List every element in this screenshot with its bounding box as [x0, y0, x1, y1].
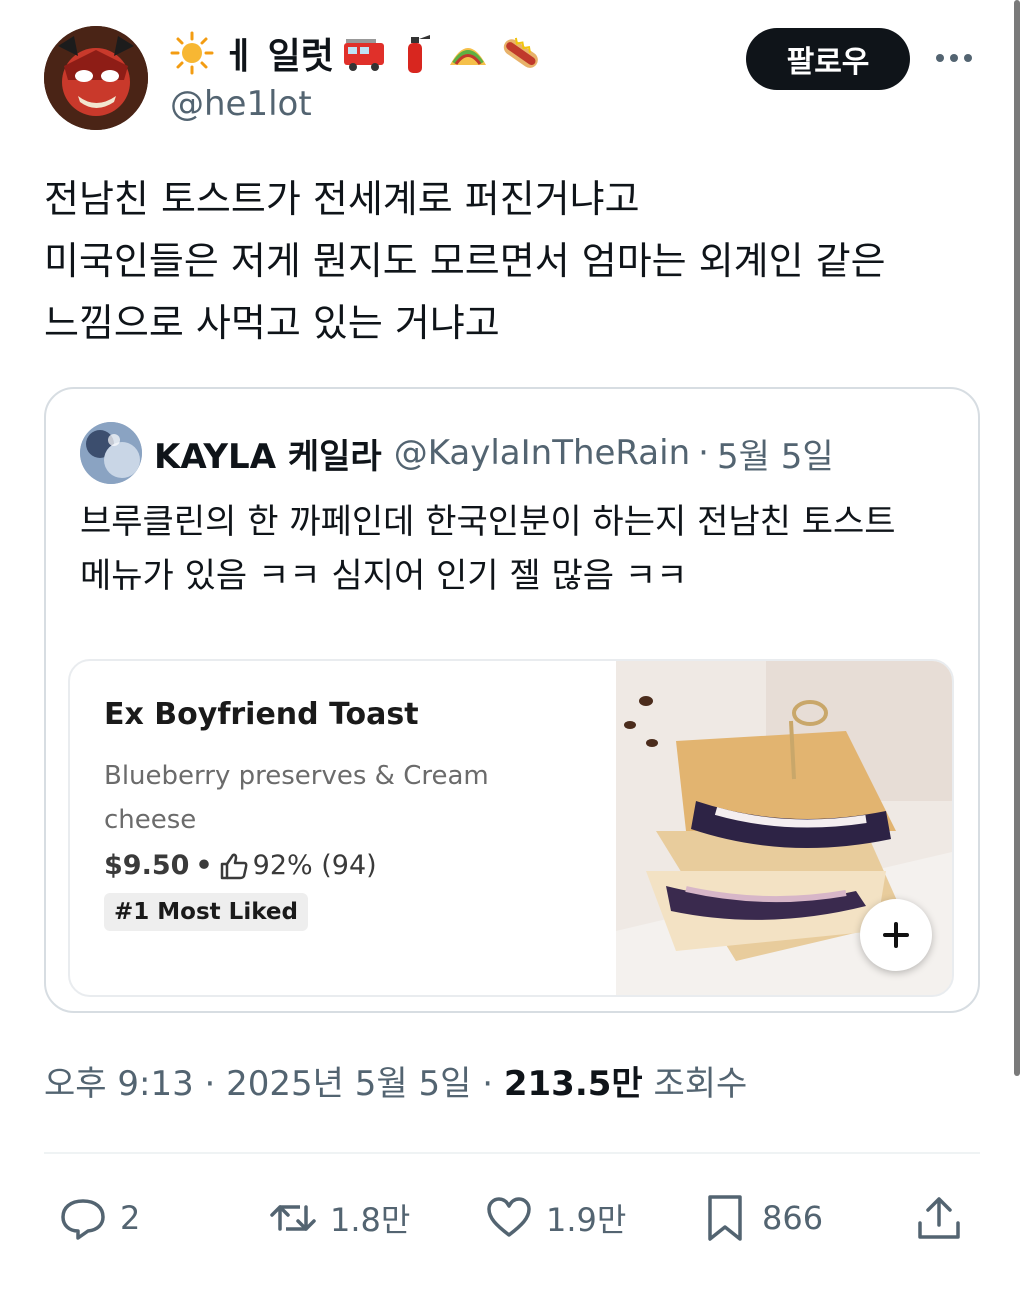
plus-icon: [883, 922, 909, 948]
separator-dot: ·: [204, 1064, 216, 1104]
tweet-text: 전남친 토스트가 전세계로 퍼진거냐고 미국인들은 저게 뭔지도 모르면서 엄마…: [44, 168, 974, 354]
retweet-count: 1.8만: [330, 1201, 411, 1239]
quoted-avatar[interactable]: [80, 422, 142, 484]
fire-extinguisher-icon: [407, 35, 430, 73]
author-handle[interactable]: @he1lot: [170, 84, 542, 124]
view-count[interactable]: 213.5만: [504, 1064, 643, 1104]
bookmark-count: 866: [762, 1199, 824, 1237]
menu-item-rating: 92% (94): [252, 850, 377, 881]
quoted-display-name[interactable]: KAYLA 케일라: [154, 429, 382, 478]
taco-icon: [449, 48, 486, 65]
quoted-tweet-header: KAYLA 케일라 @KaylaInTheRain · 5월 5일: [80, 421, 834, 485]
bookmark-button[interactable]: 866: [700, 1186, 823, 1250]
retweet-icon: [270, 1205, 316, 1231]
display-name-text: ㅔ 일럿: [222, 36, 334, 77]
reply-icon: [61, 1199, 105, 1240]
reply-button[interactable]: 2: [58, 1186, 140, 1250]
menu-item-meta: $9.50 • 92% (94): [104, 850, 584, 881]
quoted-handle[interactable]: @KaylaInTheRain: [394, 433, 690, 473]
share-button[interactable]: [914, 1186, 964, 1250]
heart-icon: [487, 1197, 531, 1237]
quoted-text: 브루클린의 한 까페인데 한국인분이 하는지 전남친 토스트 메뉴가 있음 ㅋㅋ…: [80, 495, 896, 603]
like-count: 1.9만: [546, 1201, 627, 1239]
sun-icon: [170, 31, 214, 75]
like-button[interactable]: 1.9만: [484, 1186, 626, 1250]
tweet-meta: 오후 9:13 · 2025년 5월 5일 · 213.5만 조회수: [44, 1056, 747, 1105]
reply-count: 2: [120, 1199, 141, 1237]
menu-item-card[interactable]: Ex Boyfriend Toast Blueberry preserves &…: [68, 659, 954, 997]
action-bar: 2 1.8만 1.9만 866: [44, 1186, 980, 1250]
display-name[interactable]: ㅔ 일럿: [170, 28, 542, 78]
menu-item-info: Ex Boyfriend Toast Blueberry preserves &…: [104, 697, 584, 931]
tweet-line: 미국인들은 저게 뭔지도 모르면서 엄마는 외계인 같은: [44, 239, 886, 283]
tweet-time[interactable]: 오후 9:13: [44, 1064, 194, 1104]
follow-button[interactable]: 팔로우: [746, 28, 910, 90]
retweet-button[interactable]: 1.8만: [268, 1186, 410, 1250]
menu-item-description: Blueberry preserves & Cream cheese: [104, 761, 489, 835]
divider: [44, 1152, 980, 1154]
add-to-cart-button[interactable]: [860, 899, 932, 971]
tweet-header: ㅔ 일럿 @he1lot 팔로우: [44, 26, 984, 134]
view-count-label: 조회수: [653, 1064, 748, 1104]
separator-dot: ·: [482, 1064, 494, 1104]
tweet-line: 느낌으로 사먹고 있는 거냐고: [44, 301, 500, 345]
menu-item-price: $9.50: [104, 850, 190, 881]
meta-separator: •: [195, 850, 213, 881]
bookmark-icon: [708, 1195, 742, 1241]
quoted-line: 메뉴가 있음 ㅋㅋ 심지어 인기 젤 많음 ㅋㅋ: [80, 556, 688, 596]
quoted-line: 브루클린의 한 까페인데 한국인분이 하는지 전남친 토스트: [80, 502, 896, 542]
more-icon[interactable]: [932, 36, 976, 80]
tweet-date[interactable]: 2025년 5월 5일: [226, 1064, 471, 1104]
tweet-line: 전남친 토스트가 전세계로 퍼진거냐고: [44, 177, 640, 221]
thumbs-up-icon: [220, 853, 248, 879]
most-liked-badge: #1 Most Liked: [104, 893, 308, 931]
hotdog-icon: [503, 37, 538, 68]
scrollbar[interactable]: [1014, 0, 1020, 1076]
quoted-tweet[interactable]: KAYLA 케일라 @KaylaInTheRain · 5월 5일 브루클린의 …: [44, 387, 980, 1013]
menu-item-title: Ex Boyfriend Toast: [104, 697, 419, 732]
fire-engine-icon: [343, 39, 384, 71]
separator-dot: ·: [698, 433, 709, 473]
quoted-date[interactable]: 5월 5일: [717, 429, 834, 478]
share-icon: [918, 1197, 960, 1239]
avatar[interactable]: [44, 26, 148, 130]
